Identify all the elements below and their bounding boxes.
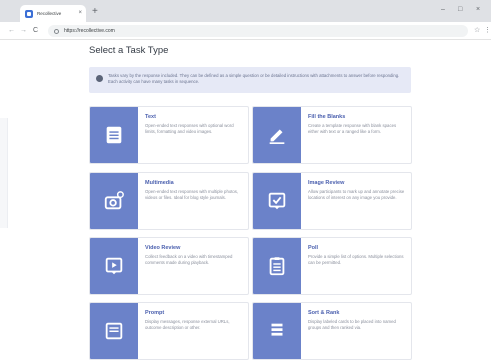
- pen-icon: [269, 129, 285, 144]
- browser-tab-bar: Recollective × + – □ ×: [0, 0, 491, 22]
- browser-menu-icon[interactable]: ⋮: [484, 26, 491, 35]
- card-icon-box: [90, 107, 138, 163]
- task-card-poll[interactable]: Poll Provide a simple list of options. M…: [252, 237, 412, 295]
- task-description: Collect feedback on a video with timesta…: [145, 254, 233, 265]
- task-title: Multimedia: [145, 180, 174, 186]
- task-title: Poll: [308, 245, 319, 251]
- url-text: https://recollective.com: [64, 28, 115, 34]
- task-title: Sort & Rank: [308, 310, 340, 316]
- window-close-icon[interactable]: ×: [476, 5, 480, 15]
- task-title: Prompt: [145, 310, 165, 316]
- clipboard-icon: [269, 257, 285, 276]
- task-card-fill-the-blanks[interactable]: Fill the Blanks Create a template respon…: [252, 106, 412, 164]
- maximize-icon[interactable]: □: [458, 5, 462, 15]
- minimize-icon[interactable]: –: [441, 5, 445, 15]
- task-card-image-review[interactable]: Image Review Allow participants to mark …: [252, 172, 412, 230]
- address-bar: ← → C https://recollective.com ☆ ⋮: [0, 22, 491, 40]
- browser-tab[interactable]: Recollective ×: [20, 5, 86, 22]
- task-title: Text: [145, 114, 156, 120]
- task-description: Open-ended text responses with optional …: [145, 123, 234, 134]
- task-card-sort-rank[interactable]: Sort & Rank Display labeled cards to be …: [252, 302, 412, 360]
- video-review-icon: [105, 257, 123, 275]
- task-description: Open-ended text responses with multiple …: [145, 189, 239, 200]
- tab-close-icon[interactable]: ×: [78, 9, 82, 17]
- task-card-prompt[interactable]: Prompt Display messages, response extern…: [89, 302, 249, 360]
- forward-arrow-icon[interactable]: →: [20, 26, 27, 35]
- sort-icon: [271, 323, 283, 336]
- info-text: Tasks vary by the response included. The…: [108, 73, 400, 84]
- url-input[interactable]: https://recollective.com: [48, 25, 468, 37]
- page-content: Select a Task Type Tasks vary by the res…: [0, 40, 491, 360]
- recollective-favicon-icon: [25, 9, 33, 18]
- back-arrow-icon[interactable]: ←: [8, 26, 15, 35]
- task-description: Allow participants to mark up and annota…: [308, 189, 405, 200]
- new-tab-button[interactable]: +: [92, 7, 98, 17]
- card-icon-box: [253, 107, 301, 163]
- bookmark-star-icon[interactable]: ☆: [474, 26, 480, 35]
- left-sidebar-edge: [0, 118, 8, 228]
- task-description: Create a template response with blank sp…: [308, 123, 397, 134]
- task-title: Image Review: [308, 180, 345, 186]
- task-description: Provide a simple list of options. Multip…: [308, 254, 404, 265]
- card-icon-box: [90, 303, 138, 359]
- camera-icon: [104, 191, 124, 210]
- task-title: Video Review: [145, 245, 181, 251]
- info-icon: [96, 75, 103, 82]
- task-card-video-review[interactable]: Video Review Collect feedback on a video…: [89, 237, 249, 295]
- search-icon: [54, 28, 59, 34]
- info-banner: Tasks vary by the response included. The…: [89, 67, 411, 93]
- text-icon: [106, 126, 122, 144]
- task-title: Fill the Blanks: [308, 114, 346, 120]
- card-icon-box: [90, 238, 138, 294]
- image-review-icon: [268, 192, 286, 210]
- task-card-text[interactable]: Text Open-ended text responses with opti…: [89, 106, 249, 164]
- reload-icon[interactable]: C: [33, 26, 38, 35]
- tab-title: Recollective: [37, 11, 62, 16]
- card-icon-box: [90, 173, 138, 229]
- task-description: Display messages, response external URLs…: [145, 319, 230, 330]
- card-icon-box: [253, 303, 301, 359]
- task-card-multimedia[interactable]: Multimedia Open-ended text responses wit…: [89, 172, 249, 230]
- card-icon-box: [253, 238, 301, 294]
- page-title: Select a Task Type: [89, 45, 169, 56]
- prompt-icon: [105, 322, 123, 340]
- card-icon-box: [253, 173, 301, 229]
- task-description: Display labeled cards to be placed into …: [308, 319, 396, 330]
